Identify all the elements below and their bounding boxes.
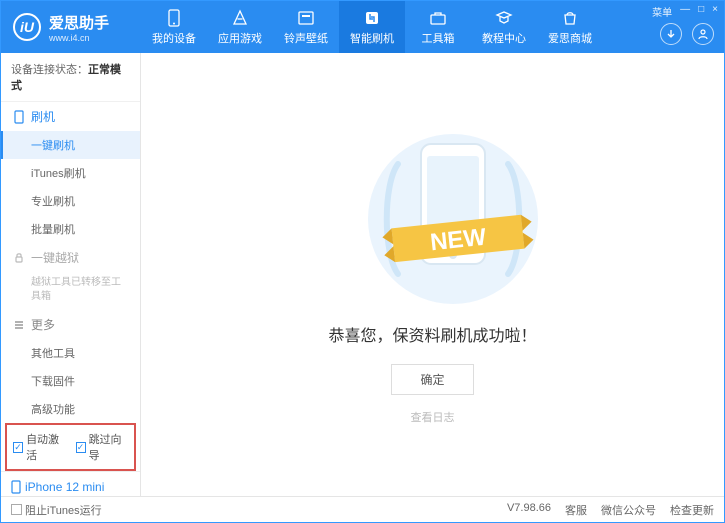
sidebar-item-download-fw[interactable]: 下载固件 (1, 367, 140, 395)
more-icon (13, 319, 25, 331)
app-window: iU 爱思助手 www.i4.cn 我的设备 应用游戏 铃声壁纸 智能刷机 (0, 0, 725, 523)
flash-icon (363, 9, 381, 27)
checkbox-skip-guide[interactable]: ✓ 跳过向导 (76, 431, 129, 463)
sidebar-item-oneclick[interactable]: 一键刷机 (1, 131, 140, 159)
checkbox-block-itunes[interactable]: 阻止iTunes运行 (11, 502, 102, 518)
nav-tabs: 我的设备 应用游戏 铃声壁纸 智能刷机 工具箱 教程中心 (141, 1, 724, 53)
tutorials-icon (495, 9, 513, 27)
checkbox-label: 自动激活 (26, 431, 65, 463)
close-button[interactable]: × (712, 4, 718, 19)
download-button[interactable] (660, 23, 682, 45)
checkbox-icon (11, 504, 22, 515)
status-left: 阻止iTunes运行 (11, 502, 102, 518)
nav-label: 爱思商城 (548, 30, 592, 46)
titlebar: iU 爱思助手 www.i4.cn 我的设备 应用游戏 铃声壁纸 智能刷机 (1, 1, 724, 53)
main-content: NEW 恭喜您，保资料刷机成功啦！ 确定 查看日志 (141, 53, 724, 496)
checkbox-icon: ✓ (13, 442, 23, 453)
link-wechat[interactable]: 微信公众号 (601, 502, 656, 518)
link-update[interactable]: 检查更新 (670, 502, 714, 518)
sidebar-header-jailbreak[interactable]: 一键越狱 (1, 243, 140, 272)
device-block[interactable]: iPhone 12 mini 64GB Down-12mini-13,1 (1, 471, 140, 496)
logo-area: iU 爱思助手 www.i4.cn (1, 12, 141, 43)
nav-label: 应用游戏 (218, 30, 262, 46)
statusbar: 阻止iTunes运行 V7.98.66 客服 微信公众号 检查更新 (1, 496, 724, 522)
checkbox-icon: ✓ (76, 442, 86, 453)
phone-icon (13, 110, 25, 124)
sidebar-item-pro[interactable]: 专业刷机 (1, 187, 140, 215)
brand-name: 爱思助手 (49, 12, 109, 33)
link-support[interactable]: 客服 (565, 502, 587, 518)
sidebar-header-more[interactable]: 更多 (1, 310, 140, 339)
sidebar-header-label: 一键越狱 (31, 249, 79, 266)
ok-button[interactable]: 确定 (391, 364, 473, 395)
nav-my-device[interactable]: 我的设备 (141, 1, 207, 53)
sidebar-item-othertools[interactable]: 其他工具 (1, 339, 140, 367)
toolbox-icon (429, 9, 447, 27)
apps-icon (231, 9, 249, 27)
nav-toolbox[interactable]: 工具箱 (405, 1, 471, 53)
sidebar-checkboxes: ✓ 自动激活 ✓ 跳过向导 (5, 423, 136, 471)
nav-tutorials[interactable]: 教程中心 (471, 1, 537, 53)
sidebar-header-label: 更多 (31, 316, 55, 333)
sidebar-item-itunes[interactable]: iTunes刷机 (1, 159, 140, 187)
nav-label: 智能刷机 (350, 30, 394, 46)
checkbox-label: 跳过向导 (89, 431, 128, 463)
store-icon (561, 9, 579, 27)
connection-status: 设备连接状态：正常模式 (1, 53, 140, 102)
sidebar: 设备连接状态：正常模式 刷机 一键刷机 iTunes刷机 专业刷机 批量刷机 一… (1, 53, 141, 496)
nav-ringtones[interactable]: 铃声壁纸 (273, 1, 339, 53)
device-name: iPhone 12 mini (11, 480, 130, 494)
view-log-link[interactable]: 查看日志 (411, 409, 455, 425)
minimize-button[interactable]: — (680, 4, 690, 19)
nav-store[interactable]: 爱思商城 (537, 1, 603, 53)
version-label: V7.98.66 (507, 502, 551, 518)
window-controls: 菜单 — □ × (652, 4, 718, 19)
logo-icon: iU (13, 13, 41, 41)
wallpaper-icon (297, 9, 315, 27)
device-icon (165, 9, 183, 27)
connection-label: 设备连接状态： (11, 64, 88, 76)
body: 设备连接状态：正常模式 刷机 一键刷机 iTunes刷机 专业刷机 批量刷机 一… (1, 53, 724, 496)
nav-label: 教程中心 (482, 30, 526, 46)
nav-label: 我的设备 (152, 30, 196, 46)
sidebar-header-flash[interactable]: 刷机 (1, 102, 140, 131)
lock-icon (13, 252, 25, 264)
success-illustration: NEW (343, 124, 523, 304)
nav-label: 工具箱 (422, 30, 455, 46)
nav-smart-flash[interactable]: 智能刷机 (339, 1, 405, 53)
title-circle-buttons (660, 23, 714, 45)
sidebar-header-label: 刷机 (31, 108, 55, 125)
sidebar-item-batch[interactable]: 批量刷机 (1, 215, 140, 243)
checkbox-auto-activate[interactable]: ✓ 自动激活 (13, 431, 66, 463)
maximize-button[interactable]: □ (698, 4, 704, 19)
user-button[interactable] (692, 23, 714, 45)
nav-label: 铃声壁纸 (284, 30, 328, 46)
sidebar-item-advanced[interactable]: 高级功能 (1, 395, 140, 423)
brand-url: www.i4.cn (49, 33, 109, 43)
menu-button[interactable]: 菜单 (652, 4, 672, 19)
success-message: 恭喜您，保资料刷机成功啦！ (328, 322, 536, 346)
status-right: V7.98.66 客服 微信公众号 检查更新 (507, 502, 714, 518)
nav-apps[interactable]: 应用游戏 (207, 1, 273, 53)
checkbox-label: 阻止iTunes运行 (25, 502, 102, 518)
jailbreak-note: 越狱工具已转移至工具箱 (1, 272, 140, 310)
phone-icon (11, 480, 21, 494)
